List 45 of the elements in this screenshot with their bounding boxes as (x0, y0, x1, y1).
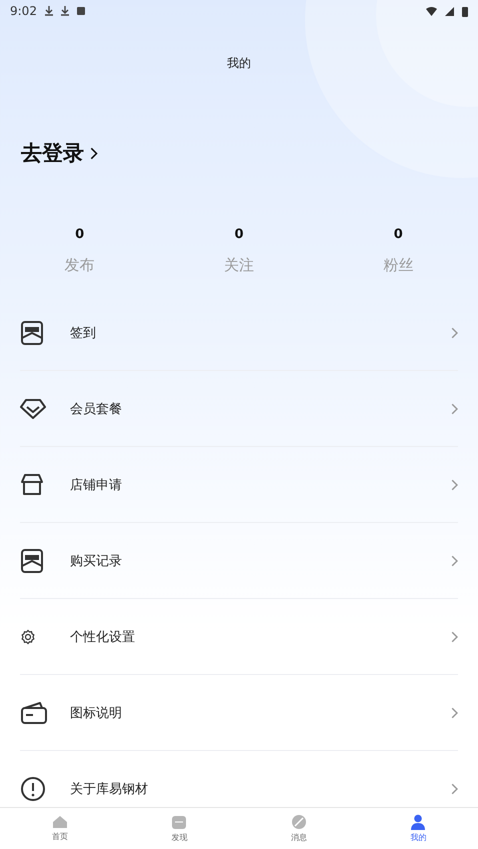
menu-label: 个性化设置 (70, 628, 136, 646)
new-badge-icon (20, 548, 44, 574)
chevron-right-icon (450, 782, 458, 794)
status-time: 9:02 (10, 4, 37, 18)
chevron-right-icon (450, 478, 458, 490)
wifi-icon (426, 6, 437, 16)
menu-label: 关于库易钢材 (70, 780, 149, 798)
tab-item[interactable]: 消息 (239, 808, 358, 849)
stat-count: 0 (75, 227, 84, 242)
exclamation-icon (20, 776, 46, 802)
shop-icon (20, 472, 44, 496)
page-title: 我的 (226, 55, 252, 72)
stat-count: 0 (234, 227, 244, 242)
tab-item[interactable]: 首页 (0, 808, 120, 849)
stat-count: 0 (394, 227, 403, 242)
chevron-right-icon (450, 706, 458, 718)
diamond-icon (20, 398, 46, 420)
settings-icon (20, 628, 36, 644)
chevron-right-icon (450, 402, 458, 414)
home-icon (52, 815, 68, 829)
new-badge-icon (20, 320, 44, 346)
login-link[interactable]: 去登录 (21, 139, 478, 167)
menu-item[interactable]: 签到 (20, 295, 458, 371)
chevron-right-icon (90, 146, 98, 160)
signal-icon (445, 6, 454, 16)
chevron-right-icon (450, 326, 458, 338)
menu-label: 图标说明 (70, 704, 123, 722)
person-icon (410, 814, 426, 830)
chevron-right-icon (450, 554, 458, 566)
tab-item[interactable]: 我的 (358, 808, 478, 849)
menu-label: 购买记录 (70, 552, 123, 570)
menu-label: 会员套餐 (70, 400, 123, 418)
card-icon (20, 700, 48, 724)
menu-label: 签到 (70, 324, 97, 342)
download-icon (60, 6, 69, 16)
menu-item[interactable]: 会员套餐 (20, 371, 458, 447)
menu-item[interactable]: 购买记录 (20, 523, 458, 599)
battery-icon (462, 6, 468, 16)
menu-item[interactable]: 图标说明 (20, 675, 458, 751)
chevron-right-icon (450, 630, 458, 642)
menu-item[interactable]: 店铺申请 (20, 447, 458, 523)
tab-item[interactable]: 发现 (120, 808, 239, 849)
menu-label: 店铺申请 (70, 476, 123, 494)
download-icon (44, 6, 53, 16)
menu-item[interactable]: 个性化设置 (20, 599, 458, 675)
